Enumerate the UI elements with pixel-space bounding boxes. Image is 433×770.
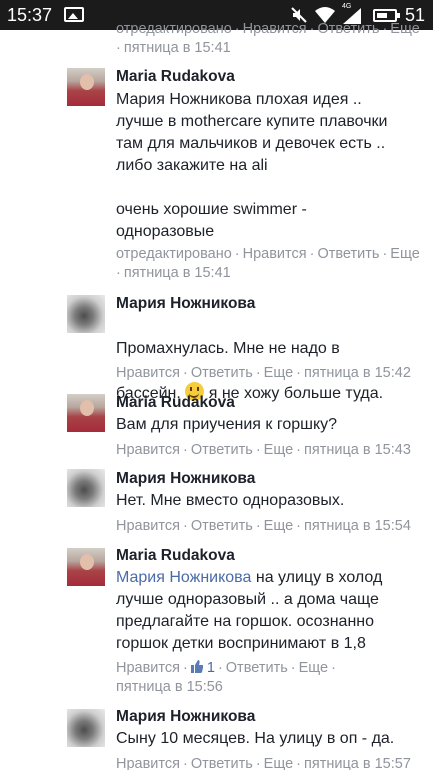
partial-comment-time: · пятница в 15:41 <box>116 40 231 56</box>
like-link[interactable]: Нравится <box>116 660 180 676</box>
timestamp[interactable]: пятница в 15:42 <box>304 365 411 381</box>
comment-text: Мария Ножникова на улицу в холод лучше о… <box>116 567 382 655</box>
more-link[interactable]: Еще <box>264 518 294 534</box>
comment-actions: Нравится · Ответить · Еще · пятница в 15:54 <box>116 518 411 534</box>
comment-actions: Нравится · Ответить · Еще · пятница в 15:43 <box>116 442 411 458</box>
more-link[interactable]: Еще <box>299 660 329 676</box>
comment-text: Нет. Мне вместо одноразовых. <box>116 492 345 509</box>
like-link[interactable]: Нравится <box>243 21 307 37</box>
comment-text-line: Промахнулась. Мне не надо в <box>116 340 340 357</box>
status-time: 15:37 <box>7 5 53 25</box>
timestamp[interactable]: пятница в 15:57 <box>304 756 411 770</box>
comment-author[interactable]: Maria Rudakova <box>116 394 235 412</box>
timestamp[interactable]: пятница в 15:43 <box>304 442 411 458</box>
like-link[interactable]: Нравится <box>116 518 180 534</box>
reply-link[interactable]: Ответить <box>317 21 379 37</box>
comment-text: Сыну 10 месяцев. На улицу в оп - да. <box>116 730 395 747</box>
comment-actions: Нравится · 1 · Ответить · Еще · <box>116 660 336 676</box>
like-link[interactable]: Нравится <box>116 365 180 381</box>
more-link[interactable]: Еще <box>264 365 294 381</box>
more-link[interactable]: Еще <box>390 21 420 37</box>
avatar[interactable] <box>67 394 105 432</box>
comment-author[interactable]: Мария Ножникова <box>116 295 255 313</box>
comment-author[interactable]: Мария Ножникова <box>116 470 255 488</box>
comment-actions: отредактировано · Нравится · Ответить · Еще <box>116 246 420 262</box>
mention-link[interactable]: Мария Ножникова <box>116 569 251 586</box>
reply-link[interactable]: Ответить <box>191 442 253 458</box>
timestamp[interactable]: пятница в 15:41 <box>124 265 231 281</box>
avatar[interactable] <box>67 469 105 507</box>
reply-link[interactable]: Ответить <box>191 365 253 381</box>
comment-text: Промахнулась. Мне не надо в бассейн. я н… <box>116 316 383 405</box>
reply-link[interactable]: Ответить <box>226 660 288 676</box>
more-link[interactable]: Еще <box>264 756 294 770</box>
comment-author[interactable]: Maria Rudakova <box>116 547 235 565</box>
comment-text: Вам для приучения к горшку? <box>116 416 338 433</box>
network-type-label: 4G <box>342 3 352 10</box>
comment-actions: Нравится · Ответить · Еще · пятница в 15:57 <box>116 756 411 770</box>
edited-label: отредактировано <box>116 21 232 37</box>
comment-text: Мария Ножникова плохая идея .. лучше в m… <box>116 91 388 240</box>
comment-author[interactable]: Maria Rudakova <box>116 68 235 86</box>
timestamp[interactable]: пятница в 15:41 <box>124 40 231 56</box>
reply-link[interactable]: Ответить <box>317 246 379 262</box>
avatar[interactable] <box>67 295 105 333</box>
avatar[interactable] <box>67 709 105 747</box>
timestamp[interactable]: пятница в 15:56 <box>116 679 223 695</box>
comment-time-line: · пятница в 15:41 <box>116 265 231 281</box>
gallery-icon <box>64 7 84 22</box>
timestamp[interactable]: пятница в 15:54 <box>304 518 411 534</box>
like-link[interactable]: Нравится <box>116 442 180 458</box>
like-count[interactable]: 1 <box>207 660 215 676</box>
comment-actions: Нравится · Ответить · Еще · пятница в 15:42 <box>116 365 411 381</box>
comment-time-line: пятница в 15:56 <box>116 678 223 697</box>
reply-link[interactable]: Ответить <box>191 756 253 770</box>
avatar[interactable] <box>67 548 105 586</box>
edited-label: отредактировано <box>116 246 232 262</box>
reply-link[interactable]: Ответить <box>191 518 253 534</box>
partial-comment-meta: отредактировано · Нравится · Ответить · Еще <box>116 21 420 37</box>
thumbs-up-icon <box>190 660 203 673</box>
avatar[interactable] <box>67 68 105 106</box>
more-link[interactable]: Еще <box>390 246 420 262</box>
like-link[interactable]: Нравится <box>243 246 307 262</box>
more-link[interactable]: Еще <box>264 442 294 458</box>
like-link[interactable]: Нравится <box>116 756 180 770</box>
comment-author[interactable]: Мария Ножникова <box>116 708 255 726</box>
